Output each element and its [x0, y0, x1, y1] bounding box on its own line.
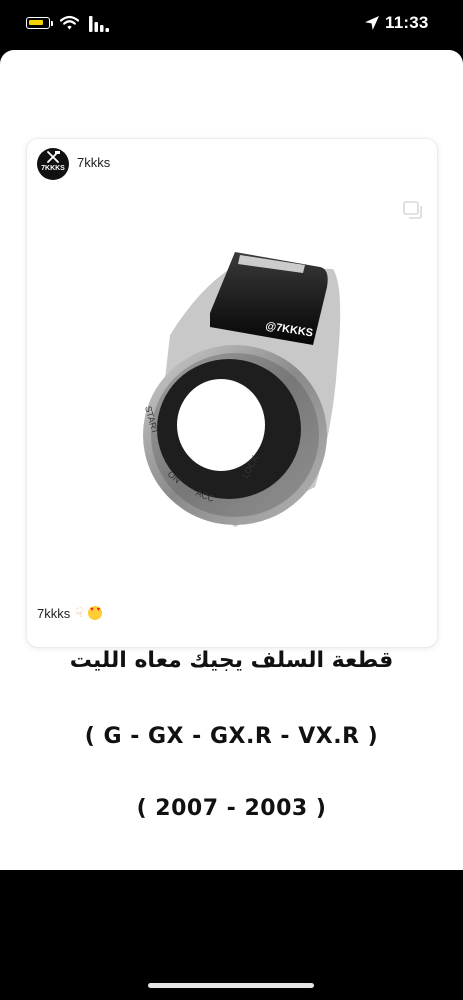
signal-icon — [89, 16, 109, 32]
avatar[interactable]: 7KKKS — [37, 148, 69, 180]
caption-username: 7kkks — [37, 605, 71, 621]
status-bar: 11:33 — [0, 0, 463, 50]
compatible-models: ( G - GX - GX.R - VX.R ) — [84, 724, 379, 749]
battery-level — [29, 20, 43, 25]
avatar-label: 7KKKS — [41, 165, 65, 172]
wifi-icon — [60, 15, 79, 30]
battery-icon — [26, 17, 50, 29]
battery-tip — [51, 21, 53, 26]
compatible-years: ( 2007 - 2003 ) — [136, 796, 327, 821]
point-down-emoji: ☟ — [75, 605, 84, 620]
embedded-post-card[interactable]: 7KKKS 7kkks @7KKKS START ON ACC LOCK 7kk… — [26, 138, 438, 648]
status-time: 11:33 — [385, 13, 429, 32]
location-arrow-icon — [365, 16, 379, 30]
content-sheet[interactable]: 7KKKS 7kkks @7KKKS START ON ACC LOCK 7kk… — [0, 50, 463, 870]
heart-eyes-emoji — [88, 606, 103, 620]
product-photo-ignition-cover: @7KKKS START ON ACC LOCK — [143, 252, 341, 527]
post-caption: 7kkks ☟ — [37, 605, 103, 621]
product-title: قطعة السلف يجيك معاه الليت — [69, 648, 394, 673]
home-indicator[interactable] — [148, 983, 314, 988]
multiple-posts-icon — [403, 201, 422, 219]
post-username[interactable]: 7kkks — [77, 155, 110, 170]
tools-logo-icon — [47, 151, 60, 163]
